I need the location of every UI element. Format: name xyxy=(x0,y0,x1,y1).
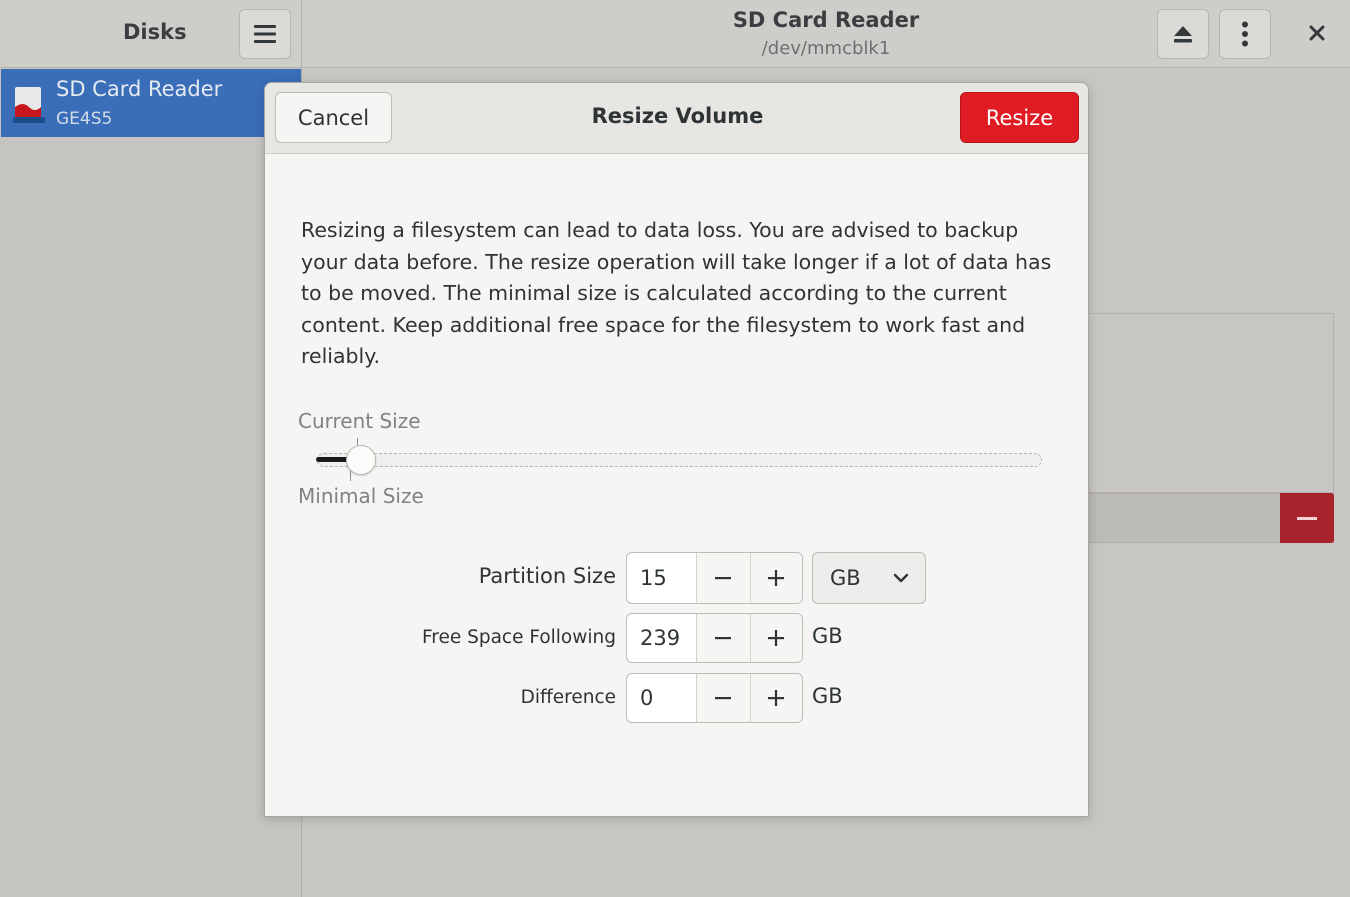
plus-icon xyxy=(768,690,785,706)
difference-spinbutton: 0 xyxy=(626,673,803,723)
main-header: SD Card Reader /dev/mmcblk1 xyxy=(302,0,1350,68)
partition-size-label: Partition Size xyxy=(478,564,616,588)
partition-size-decrease-button[interactable] xyxy=(697,553,750,603)
minimal-size-mark xyxy=(350,471,351,481)
difference-input[interactable]: 0 xyxy=(627,674,698,722)
sidebar-header: Disks xyxy=(0,0,302,68)
size-slider-track[interactable] xyxy=(317,453,1042,467)
main-menu-button[interactable] xyxy=(239,9,291,59)
free-space-unit: GB xyxy=(812,624,843,648)
disk-name: SD Card Reader xyxy=(56,77,223,101)
size-slider-handle[interactable] xyxy=(345,445,376,475)
resize-button[interactable]: Resize xyxy=(960,92,1079,143)
sd-card-icon xyxy=(13,87,45,123)
minus-icon xyxy=(715,577,732,580)
chevron-down-icon xyxy=(893,573,909,583)
difference-decrease-button[interactable] xyxy=(697,674,750,722)
close-icon xyxy=(1309,25,1325,41)
size-unit-dropdown[interactable]: GB xyxy=(812,552,926,604)
partition-size-increase-button[interactable] xyxy=(749,553,802,603)
free-space-following-spinbutton: 239 xyxy=(626,613,803,663)
free-space-following-label: Free Space Following xyxy=(421,627,616,648)
difference-increase-button[interactable] xyxy=(749,674,802,722)
disk-list: SD Card Reader GE4S5 xyxy=(0,68,302,897)
plus-icon xyxy=(768,570,785,586)
minus-icon xyxy=(1297,516,1317,520)
volume-map-background xyxy=(1088,313,1334,493)
partition-size-spinbutton: 15 xyxy=(626,552,803,604)
free-space-decrease-button[interactable] xyxy=(697,614,750,662)
minus-icon xyxy=(715,697,732,700)
minus-icon xyxy=(715,637,732,640)
disk-list-item[interactable]: SD Card Reader GE4S5 xyxy=(1,69,301,137)
minimal-size-label: Minimal Size xyxy=(298,484,424,508)
hamburger-menu-icon xyxy=(254,25,276,43)
eject-button[interactable] xyxy=(1157,9,1209,59)
size-unit-value: GB xyxy=(830,566,861,590)
window-close-button[interactable] xyxy=(1304,20,1330,46)
vertical-ellipsis-icon xyxy=(1242,21,1248,47)
more-options-button[interactable] xyxy=(1219,9,1271,59)
eject-icon xyxy=(1174,26,1192,43)
free-space-following-input[interactable]: 239 xyxy=(627,614,698,662)
resize-volume-dialog: Cancel Resize Volume Resize Resizing a f… xyxy=(264,82,1089,817)
plus-icon xyxy=(768,630,785,646)
partition-size-input[interactable]: 15 xyxy=(627,553,698,603)
difference-label: Difference xyxy=(520,687,616,708)
difference-unit: GB xyxy=(812,684,843,708)
resize-warning-text: Resizing a filesystem can lead to data l… xyxy=(301,218,1052,368)
dialog-header: Cancel Resize Volume Resize xyxy=(265,83,1088,154)
disk-model: GE4S5 xyxy=(56,109,113,129)
free-space-increase-button[interactable] xyxy=(749,614,802,662)
current-size-label: Current Size xyxy=(298,409,421,433)
delete-partition-button[interactable] xyxy=(1280,493,1334,543)
